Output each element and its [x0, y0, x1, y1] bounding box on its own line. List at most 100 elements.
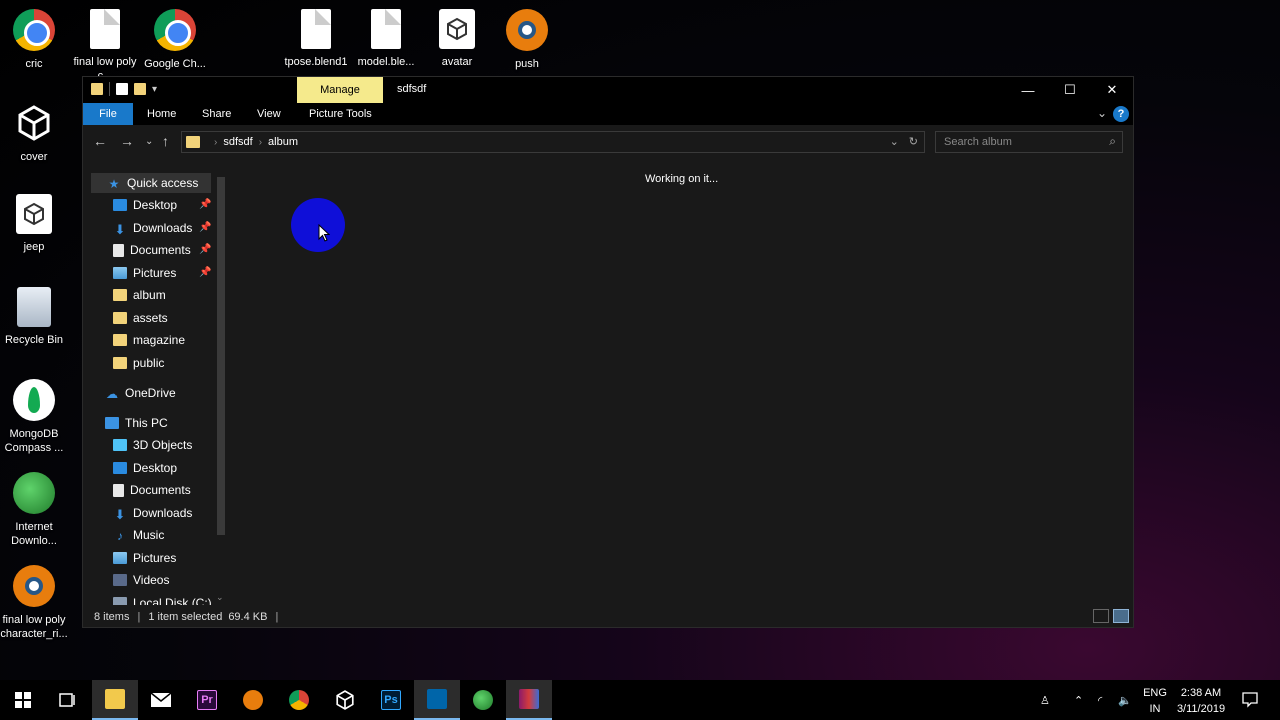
- address-bar[interactable]: › sdfsdf › album ⌄ ↻: [181, 131, 925, 153]
- search-input[interactable]: Search album ⌕: [935, 131, 1123, 153]
- up-icon[interactable]: ↑: [162, 133, 169, 149]
- taskbar-chrome[interactable]: [276, 680, 322, 720]
- sidebar-item-pictures[interactable]: Pictures: [113, 263, 176, 283]
- sidebar-item-magazine[interactable]: magazine: [113, 330, 185, 350]
- pin-icon[interactable]: 📌: [199, 199, 211, 210]
- tab-manage[interactable]: Manage: [297, 77, 383, 103]
- pin-icon[interactable]: 📌: [199, 222, 211, 233]
- recent-locations-icon[interactable]: ⌄: [145, 136, 153, 147]
- expand-ribbon-icon[interactable]: ⌄: [1097, 106, 1107, 120]
- desktop-icon-avatar[interactable]: avatar: [420, 9, 494, 69]
- sidebar-item-desktop-pc[interactable]: Desktop: [113, 458, 177, 478]
- new-folder-icon[interactable]: [134, 83, 146, 95]
- tab-view[interactable]: View: [257, 103, 281, 125]
- sidebar-item-public[interactable]: public: [113, 353, 164, 373]
- refresh-icon[interactable]: ↻: [909, 135, 918, 148]
- address-dropdown-icon[interactable]: ⌄: [890, 135, 899, 148]
- people-icon[interactable]: ♙: [1040, 680, 1050, 720]
- recycle-bin-icon: [17, 287, 51, 327]
- details-view-icon[interactable]: [1093, 609, 1109, 623]
- desktop-icon-cric[interactable]: cric: [0, 9, 71, 71]
- desktop-icon-recycle-bin[interactable]: Recycle Bin: [0, 287, 71, 347]
- taskbar-unity[interactable]: [322, 680, 368, 720]
- desktop-icon-mongodb[interactable]: MongoDB Compass ...: [0, 379, 71, 455]
- forward-icon[interactable]: →: [120, 133, 134, 149]
- large-icons-view-icon[interactable]: [1113, 609, 1129, 623]
- desktop-icon-final-low-poly[interactable]: final low poly c...: [68, 9, 142, 83]
- desktop-icon-internet-download[interactable]: Internet Downlo...: [0, 472, 71, 548]
- taskbar-winrar[interactable]: [506, 680, 552, 720]
- pin-icon[interactable]: 📌: [199, 244, 211, 255]
- sidebar-item-pictures-pc[interactable]: Pictures: [113, 548, 176, 568]
- sidebar-item-onedrive[interactable]: ☁ OneDrive: [105, 383, 176, 403]
- tab-file[interactable]: File: [83, 103, 133, 125]
- sidebar-item-music[interactable]: ♪ Music: [113, 525, 164, 545]
- tab-home[interactable]: Home: [147, 103, 176, 125]
- tab-picture-tools[interactable]: Picture Tools: [309, 103, 372, 125]
- sidebar-item-assets[interactable]: assets: [113, 308, 168, 328]
- sidebar-item-label: Documents: [130, 483, 191, 497]
- selection-size: 69.4 KB: [228, 611, 268, 623]
- cloud-icon: ☁: [106, 387, 118, 401]
- breadcrumb-album[interactable]: album: [268, 136, 298, 148]
- pin-icon[interactable]: 📌: [199, 267, 211, 278]
- desktop-icon-final-low-poly-rig[interactable]: final low poly character_ri...: [0, 565, 71, 641]
- minimize-button[interactable]: —: [1007, 77, 1049, 103]
- item-count: 8 items: [94, 611, 130, 623]
- sidebar-item-desktop[interactable]: Desktop: [113, 195, 177, 215]
- sidebar-item-label: Desktop: [133, 461, 178, 475]
- properties-icon[interactable]: [116, 83, 128, 95]
- scroll-down-icon[interactable]: ⌄: [216, 592, 224, 603]
- taskbar-mail[interactable]: [138, 680, 184, 720]
- language-indicator[interactable]: ENG IN: [1142, 685, 1168, 717]
- help-icon[interactable]: ?: [1113, 106, 1129, 122]
- taskbar-idm[interactable]: [460, 680, 506, 720]
- breadcrumb-chevron-icon[interactable]: ›: [214, 137, 217, 148]
- selection-count: 1 item selected: [148, 611, 223, 623]
- sidebar-item-album[interactable]: album: [113, 285, 166, 305]
- desktop-icon-model-blend[interactable]: model.ble...: [349, 9, 423, 69]
- folder-icon: [113, 312, 127, 324]
- close-button[interactable]: ✕: [1091, 77, 1133, 103]
- tab-share[interactable]: Share: [202, 103, 231, 125]
- taskbar-vscode[interactable]: [414, 680, 460, 720]
- customize-qat-icon[interactable]: ▾: [152, 84, 157, 95]
- sidebar-item-quick-access[interactable]: ★ Quick access: [107, 173, 199, 193]
- nav-scrollbar[interactable]: ⌄: [215, 173, 227, 605]
- desktop-icon-tpose[interactable]: tpose.blend1: [279, 9, 353, 69]
- start-button[interactable]: [0, 680, 46, 720]
- volume-icon[interactable]: 🔈: [1118, 680, 1132, 720]
- clock-date: 3/11/2019: [1176, 703, 1226, 715]
- file-icon: [90, 9, 120, 49]
- breadcrumb-chevron-icon[interactable]: ›: [259, 137, 262, 148]
- desktop-icon-push[interactable]: push: [490, 9, 564, 71]
- sidebar-item-downloads[interactable]: ⬇ Downloads: [113, 218, 193, 238]
- taskbar-file-explorer[interactable]: [92, 680, 138, 720]
- desktop-icon-jeep[interactable]: jeep: [0, 194, 71, 254]
- notification-icon[interactable]: [1242, 680, 1258, 720]
- title-bar[interactable]: ▾ Manage sdfsdf — ☐ ✕: [83, 77, 1133, 103]
- desktop-icon-google-chrome[interactable]: Google Ch...: [138, 9, 212, 75]
- sidebar-item-documents[interactable]: Documents: [113, 240, 191, 260]
- folder-icon: [113, 289, 127, 301]
- sidebar-item-documents-pc[interactable]: Documents: [113, 480, 191, 500]
- sidebar-item-label: Music: [133, 528, 165, 542]
- task-view-button[interactable]: [44, 680, 90, 720]
- taskbar-photoshop[interactable]: Ps: [368, 680, 414, 720]
- desktop-icon-cover[interactable]: cover: [0, 102, 71, 164]
- show-hidden-icons-icon[interactable]: ⌃: [1074, 680, 1083, 720]
- network-icon[interactable]: ◜: [1098, 680, 1102, 720]
- breadcrumb-sdfsdf[interactable]: sdfsdf: [223, 136, 252, 148]
- sidebar-item-this-pc[interactable]: This PC: [105, 413, 168, 433]
- sidebar-item-3d-objects[interactable]: 3D Objects: [113, 435, 192, 455]
- sidebar-item-local-disk[interactable]: Local Disk (C:): [113, 593, 212, 605]
- taskbar-blender[interactable]: [230, 680, 276, 720]
- clock[interactable]: 2:38 AM 3/11/2019: [1170, 685, 1232, 717]
- sidebar-item-downloads-pc[interactable]: ⬇ Downloads: [113, 503, 193, 523]
- taskbar-premiere[interactable]: Pr: [184, 680, 230, 720]
- file-list-area[interactable]: Working on it...: [231, 159, 1133, 609]
- back-icon[interactable]: ←: [93, 133, 107, 149]
- scrollbar-thumb[interactable]: [217, 177, 225, 535]
- sidebar-item-videos[interactable]: Videos: [113, 570, 169, 590]
- maximize-button[interactable]: ☐: [1049, 77, 1091, 103]
